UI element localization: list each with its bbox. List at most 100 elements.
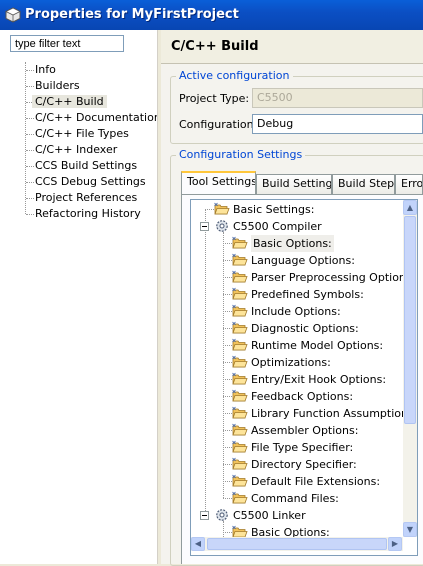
scroll-down-button[interactable]: ▼ xyxy=(403,522,417,537)
option-category-icon xyxy=(232,423,248,437)
properties-icon xyxy=(5,7,21,23)
scroll-left-button[interactable]: ◀ xyxy=(191,537,205,551)
tab-tool-settings[interactable]: Tool Settings xyxy=(181,171,256,194)
tree-node-label: Basic Settings: xyxy=(233,203,315,216)
tree-branch-line xyxy=(223,328,232,329)
option-category-icon xyxy=(232,457,248,471)
tree-node-label: Directory Specifier: xyxy=(251,458,357,471)
property-page-item[interactable]: Project References xyxy=(35,190,137,206)
project-type-label: Project Type: xyxy=(179,92,250,105)
tree-node-label: Optimizations: xyxy=(251,356,331,369)
option-category-icon xyxy=(232,491,248,505)
tree-branch-line xyxy=(223,413,232,414)
tree-branch-line xyxy=(26,134,34,135)
tab-error-parsers[interactable]: Error xyxy=(395,174,423,194)
property-page-item[interactable]: C/C++ Build xyxy=(32,94,107,110)
tree-branch-line xyxy=(26,166,34,167)
page-header: C/C++ Build xyxy=(161,30,423,64)
horizontal-scroll-thumb[interactable] xyxy=(207,538,387,550)
property-page-label: Project References xyxy=(35,191,138,204)
property-page-item[interactable]: Refactoring History xyxy=(35,206,141,222)
property-page-item[interactable]: C/C++ Indexer xyxy=(35,142,117,158)
option-category-icon xyxy=(232,321,248,335)
property-page-item[interactable]: C/C++ Documentation xyxy=(35,110,161,126)
tree-node-label: C5500 Linker xyxy=(233,509,306,522)
tree-guide-line xyxy=(25,62,26,214)
tree-branch-line xyxy=(223,396,232,397)
tree-branch-line xyxy=(205,209,214,210)
property-page-item[interactable]: Info xyxy=(35,62,56,78)
tree-node-label: Include Options: xyxy=(251,305,341,318)
property-page-label: C/C++ Build xyxy=(32,95,107,108)
property-page-label: Info xyxy=(35,63,56,76)
tree-branch-line xyxy=(223,532,232,533)
option-category-icon xyxy=(232,355,248,369)
tab-build-settings[interactable]: Build Settings xyxy=(256,174,332,194)
tree-branch-line xyxy=(223,481,232,482)
configuration-settings-legend: Configuration Settings xyxy=(176,148,306,161)
tree-branch-line xyxy=(223,260,232,261)
tree-node-label: Assembler Options: xyxy=(251,424,359,437)
option-category-icon xyxy=(232,474,248,488)
tool-gear-icon xyxy=(214,508,230,522)
property-page-label: CCS Debug Settings xyxy=(35,175,146,188)
property-page-item[interactable]: CCS Build Settings xyxy=(35,158,137,174)
property-page-item[interactable]: CCS Debug Settings xyxy=(35,174,146,190)
tree-node-label: Entry/Exit Hook Options: xyxy=(251,373,387,386)
tree-node-label: Runtime Model Options: xyxy=(251,339,384,352)
tree-branch-line xyxy=(26,118,34,119)
tool-gear-icon xyxy=(214,219,230,233)
property-page-label: CCS Build Settings xyxy=(35,159,138,172)
option-category-icon xyxy=(232,406,248,420)
tree-node-label: Command Files: xyxy=(251,492,339,505)
tree-branch-line xyxy=(223,379,232,380)
tree-node-label: File Type Specifier: xyxy=(251,441,354,454)
collapse-toggle-icon[interactable] xyxy=(200,222,209,231)
property-page-label: C/C++ Indexer xyxy=(35,143,118,156)
tree-node-label: C5500 Compiler xyxy=(233,220,322,233)
collapse-toggle-icon[interactable] xyxy=(200,511,209,520)
active-configuration-legend: Active configuration xyxy=(176,69,293,82)
property-page-label: C/C++ Documentation xyxy=(35,111,161,124)
tab-build-steps[interactable]: Build Steps xyxy=(332,174,395,194)
property-page-item[interactable]: Builders xyxy=(35,78,80,94)
tree-branch-line xyxy=(26,198,34,199)
vertical-scroll-thumb[interactable] xyxy=(404,216,416,424)
property-page-item[interactable]: C/C++ File Types xyxy=(35,126,129,142)
option-category-icon xyxy=(232,440,248,454)
tree-node-label: Basic Options: xyxy=(251,235,334,252)
option-category-icon xyxy=(232,338,248,352)
option-category-icon xyxy=(232,270,248,284)
scroll-up-button[interactable]: ▲ xyxy=(403,200,417,215)
tree-branch-line xyxy=(26,150,34,151)
title-bar[interactable]: Properties for MyFirstProject xyxy=(0,0,423,30)
tree-node-label: Language Options: xyxy=(251,254,355,267)
option-category-icon xyxy=(232,236,248,250)
project-type-field: C5500 xyxy=(252,88,423,108)
tree-branch-line xyxy=(26,214,34,215)
option-category-icon xyxy=(214,202,230,216)
option-category-icon xyxy=(232,304,248,318)
property-page-label: Refactoring History xyxy=(35,207,141,220)
tree-node-label: Feedback Options: xyxy=(251,390,354,403)
window-title: Properties for MyFirstProject xyxy=(25,7,239,22)
tree-branch-line xyxy=(223,243,232,244)
tree-branch-line xyxy=(223,345,232,346)
tree-branch-line xyxy=(223,498,232,499)
configuration-label: Configuration: xyxy=(179,118,258,131)
option-category-icon xyxy=(232,253,248,267)
scroll-right-button[interactable]: ▶ xyxy=(388,537,402,551)
property-page-label: Builders xyxy=(35,79,80,92)
tree-branch-line xyxy=(26,86,34,87)
tree-node-label: Library Function Assumptions: xyxy=(251,407,403,420)
option-category-icon xyxy=(232,389,248,403)
tree-node-label: Diagnostic Options: xyxy=(251,322,359,335)
tree-branch-line xyxy=(26,70,34,71)
filter-input[interactable] xyxy=(10,35,124,52)
tree-branch-line xyxy=(223,464,232,465)
property-page-label: C/C++ File Types xyxy=(35,127,129,140)
option-category-icon xyxy=(232,372,248,386)
configuration-select[interactable]: Debug xyxy=(252,114,423,134)
tree-branch-line xyxy=(223,294,232,295)
tree-node-label: Predefined Symbols: xyxy=(251,288,364,301)
